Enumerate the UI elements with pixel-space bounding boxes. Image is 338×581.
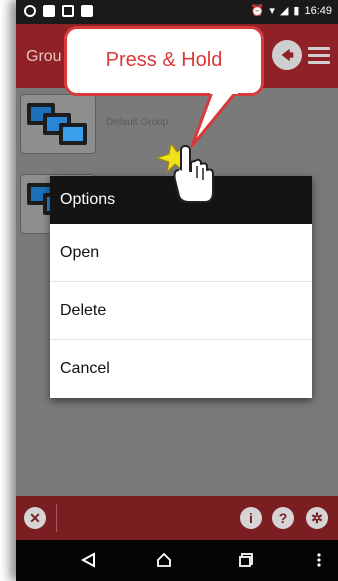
settings-icon[interactable]: ✲ [306, 507, 328, 529]
back-nav-icon[interactable] [80, 552, 96, 568]
tap-hand-icon [155, 142, 214, 203]
option-open[interactable]: Open [50, 224, 312, 282]
android-nav-bar [16, 540, 338, 581]
home-nav-icon[interactable] [156, 552, 172, 568]
info-icon[interactable]: i [240, 507, 262, 529]
help-icon[interactable]: ? [272, 507, 294, 529]
toolbar-divider [56, 504, 57, 532]
bottom-toolbar: ✕ i ? ✲ [16, 496, 338, 540]
option-cancel[interactable]: Cancel [50, 340, 312, 398]
recents-nav-icon[interactable] [238, 552, 254, 568]
option-delete[interactable]: Delete [50, 282, 312, 340]
close-circle-icon[interactable]: ✕ [24, 507, 46, 529]
overflow-nav-icon[interactable] [316, 552, 322, 568]
phone-screen: ⏰ ▾ ◢ ▮ 16:49 Grou Default Group Options… [16, 0, 338, 581]
